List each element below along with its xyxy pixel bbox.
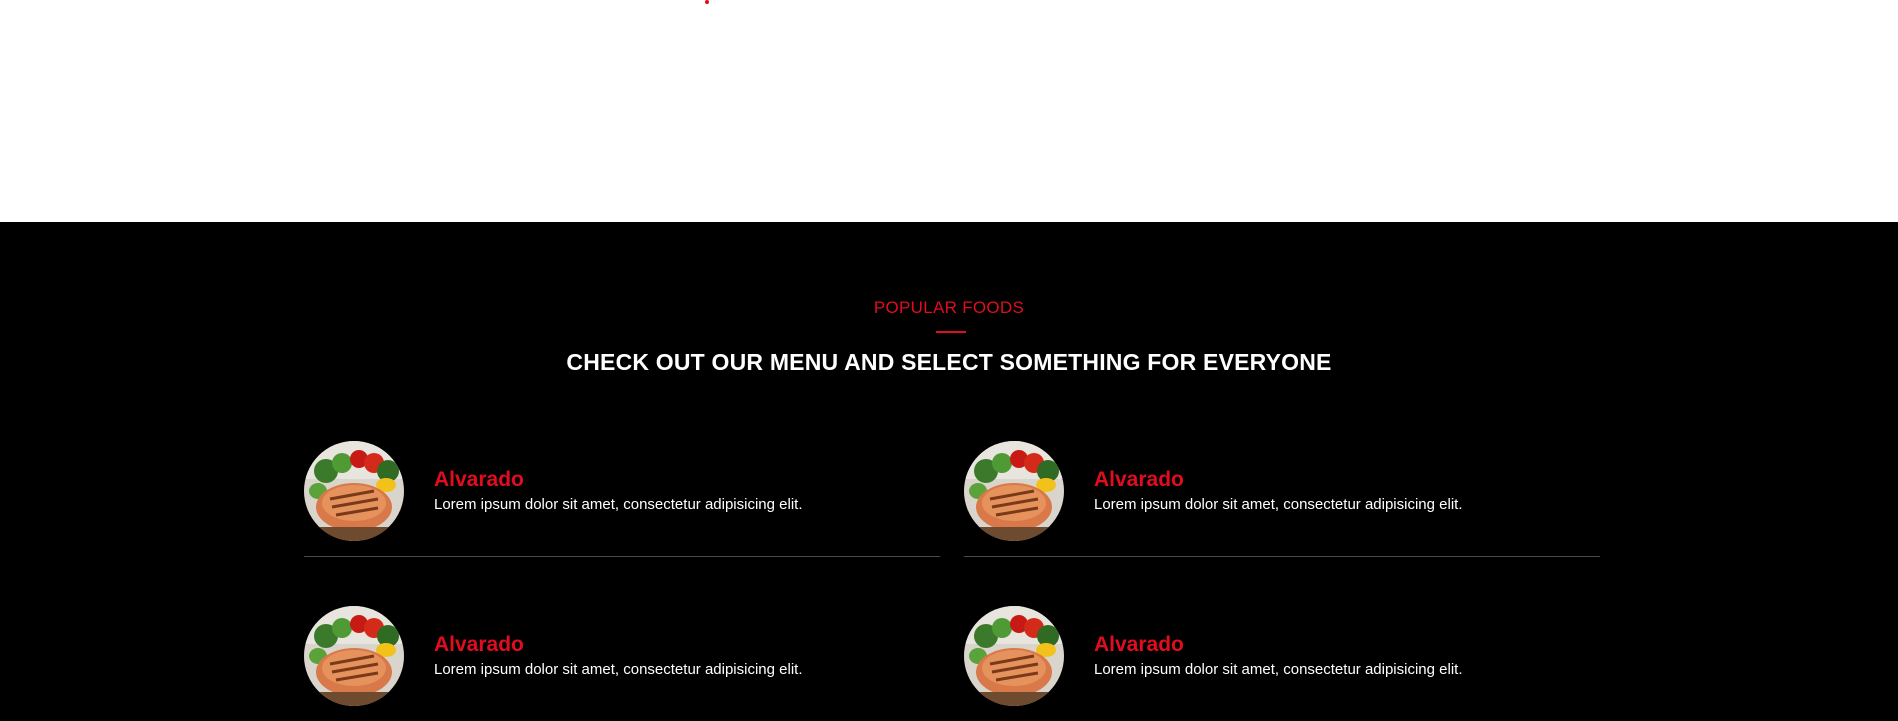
menu-item-name: Alvarado — [434, 633, 524, 656]
section-eyebrow: POPULAR FOODS — [873, 298, 1025, 317]
menu-item-name: Alvarado — [1094, 468, 1184, 491]
menu-item-name: Alvarado — [1094, 633, 1184, 656]
menu-item[interactable]: Alvarado Lorem ipsum dolor sit amet, con… — [964, 441, 1600, 559]
red-dot-indicator — [705, 0, 709, 4]
menu-item-description: Lorem ipsum dolor sit amet, consectetur … — [434, 496, 803, 513]
food-image — [964, 441, 1064, 541]
popular-foods-section: POPULAR FOODS CHECK OUT OUR MENU AND SEL… — [0, 222, 1898, 721]
menu-item-description: Lorem ipsum dolor sit amet, consectetur … — [1094, 661, 1463, 678]
eyebrow-underline — [936, 331, 966, 333]
food-image — [304, 606, 404, 706]
food-image — [964, 606, 1064, 706]
menu-item-description: Lorem ipsum dolor sit amet, consectetur … — [1094, 496, 1463, 513]
item-divider — [964, 556, 1600, 557]
food-image — [304, 441, 404, 541]
menu-item[interactable]: Alvarado Lorem ipsum dolor sit amet, con… — [304, 441, 940, 559]
menu-item[interactable]: Alvarado Lorem ipsum dolor sit amet, con… — [304, 606, 940, 721]
section-title: CHECK OUT OUR MENU AND SELECT SOMETHING … — [566, 349, 1332, 375]
menu-item-name: Alvarado — [434, 468, 524, 491]
previous-section — [0, 0, 1898, 222]
item-divider — [304, 556, 940, 557]
menu-item-description: Lorem ipsum dolor sit amet, consectetur … — [434, 661, 803, 678]
menu-item[interactable]: Alvarado Lorem ipsum dolor sit amet, con… — [964, 606, 1600, 721]
